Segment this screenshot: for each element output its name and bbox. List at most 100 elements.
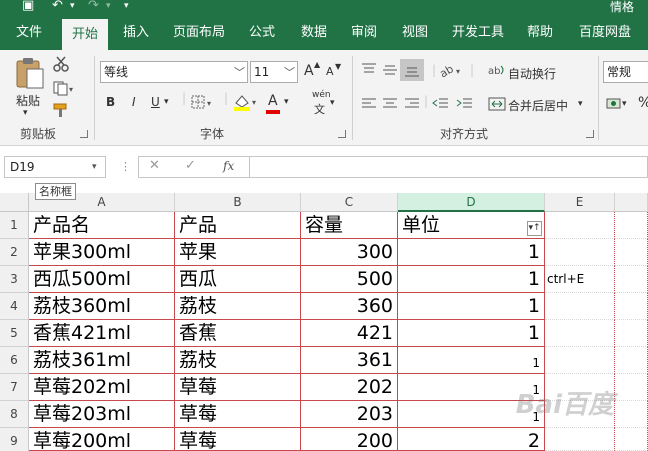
cell-a6[interactable]: 荔枝361ml bbox=[29, 347, 175, 374]
enter-icon[interactable]: ✓ bbox=[185, 158, 196, 173]
cell-e5[interactable] bbox=[545, 320, 615, 347]
grow-font-button[interactable]: A bbox=[304, 63, 314, 79]
align-bottom-icon[interactable] bbox=[403, 62, 421, 78]
cell-f9[interactable] bbox=[615, 428, 648, 451]
cell-e1[interactable] bbox=[545, 212, 615, 239]
bold-button[interactable]: B bbox=[106, 95, 115, 109]
cell-a5[interactable]: 香蕉421ml bbox=[29, 320, 175, 347]
increase-indent-icon[interactable] bbox=[456, 96, 474, 112]
cell-d1[interactable]: 单位 bbox=[398, 212, 545, 239]
sort-filter-icon[interactable]: ▾↑ bbox=[527, 221, 542, 236]
cell-f1[interactable] bbox=[615, 212, 648, 239]
cell-c3[interactable]: 500 bbox=[301, 266, 398, 293]
cell-f2[interactable] bbox=[615, 239, 648, 266]
align-right-icon[interactable] bbox=[403, 96, 421, 112]
cell-a7[interactable]: 草莓202ml bbox=[29, 374, 175, 401]
phonetic-guide-button[interactable]: wén bbox=[312, 90, 331, 100]
underline-button[interactable]: U bbox=[151, 95, 160, 109]
alignment-launcher-icon[interactable] bbox=[586, 130, 594, 138]
cell-f5[interactable] bbox=[615, 320, 648, 347]
cell-d9[interactable]: 2 bbox=[398, 428, 545, 451]
paste-icon[interactable] bbox=[14, 56, 46, 90]
cell-e3[interactable]: ctrl+E bbox=[545, 266, 615, 293]
column-header-e[interactable]: E bbox=[545, 193, 615, 212]
phonetic-dropdown-icon[interactable]: ▾ bbox=[330, 98, 335, 108]
cell-a9[interactable]: 草莓200ml bbox=[29, 428, 175, 451]
row-header[interactable]: 3 bbox=[0, 266, 29, 293]
accounting-dropdown-icon[interactable]: ▾ bbox=[622, 99, 627, 109]
fill-color-icon[interactable]: ▾ bbox=[232, 92, 260, 112]
name-box-dropdown-icon[interactable]: ▾ bbox=[92, 162, 97, 172]
customize-qa-icon[interactable]: ▾ bbox=[124, 0, 129, 16]
column-header-c[interactable]: C bbox=[301, 193, 398, 212]
percent-style-button[interactable]: % bbox=[638, 95, 648, 111]
tab-formulas[interactable]: 公式 bbox=[240, 16, 284, 50]
font-color-dropdown-icon[interactable]: ▾ bbox=[284, 97, 289, 107]
tab-view[interactable]: 视图 bbox=[393, 16, 437, 50]
row-header[interactable]: 4 bbox=[0, 293, 29, 320]
cell-b8[interactable]: 草莓 bbox=[175, 401, 301, 428]
decrease-indent-icon[interactable] bbox=[432, 96, 450, 112]
cell-e4[interactable] bbox=[545, 293, 615, 320]
cell-f7[interactable] bbox=[615, 374, 648, 401]
save-icon[interactable]: ▣ bbox=[22, 0, 34, 16]
row-header[interactable]: 2 bbox=[0, 239, 29, 266]
cell-d6[interactable]: 1 bbox=[398, 347, 545, 374]
row-header[interactable]: 6 bbox=[0, 347, 29, 374]
cell-f3[interactable] bbox=[615, 266, 648, 293]
cell-d4[interactable]: 1 bbox=[398, 293, 545, 320]
cell-b9[interactable]: 草莓 bbox=[175, 428, 301, 451]
tab-home[interactable]: 开始 bbox=[62, 19, 108, 50]
cell-b4[interactable]: 荔枝 bbox=[175, 293, 301, 320]
merge-center-icon[interactable] bbox=[488, 96, 506, 112]
cell-b2[interactable]: 苹果 bbox=[175, 239, 301, 266]
merge-center-dropdown-icon[interactable]: ▾ bbox=[578, 99, 583, 109]
borders-icon[interactable]: ▾ bbox=[190, 94, 214, 110]
cell-c1[interactable]: 容量 bbox=[301, 212, 398, 239]
undo-dropdown-icon[interactable]: ▾ bbox=[70, 0, 75, 16]
cell-f8[interactable] bbox=[615, 401, 648, 428]
cell-d2[interactable]: 1 bbox=[398, 239, 545, 266]
tab-file[interactable]: 文件 bbox=[4, 16, 54, 50]
font-color-button[interactable]: A bbox=[268, 93, 278, 109]
column-header-f[interactable] bbox=[615, 193, 648, 212]
align-center-icon[interactable] bbox=[381, 96, 399, 112]
cell-d3[interactable]: 1 bbox=[398, 266, 545, 293]
cell-c6[interactable]: 361 bbox=[301, 347, 398, 374]
cell-a2[interactable]: 苹果300ml bbox=[29, 239, 175, 266]
align-top-icon[interactable] bbox=[360, 62, 378, 78]
cell-c9[interactable]: 200 bbox=[301, 428, 398, 451]
redo-dropdown-icon[interactable]: ▾ bbox=[106, 0, 111, 16]
tab-review[interactable]: 审阅 bbox=[342, 16, 386, 50]
formula-bar-resize-icon[interactable]: ⋮ bbox=[120, 160, 131, 173]
copy-icon[interactable]: ▾ bbox=[52, 80, 74, 96]
cell-b1[interactable]: 产品 bbox=[175, 212, 301, 239]
clipboard-launcher-icon[interactable] bbox=[80, 130, 88, 138]
tab-data[interactable]: 数据 bbox=[292, 16, 336, 50]
font-name-combo[interactable]: 等线 bbox=[100, 61, 248, 83]
name-box[interactable]: D19 bbox=[4, 156, 106, 178]
cell-a4[interactable]: 荔枝360ml bbox=[29, 293, 175, 320]
column-header-b[interactable]: B bbox=[175, 193, 301, 212]
number-format-combo[interactable]: 常规 bbox=[603, 61, 648, 83]
row-header[interactable]: 8 bbox=[0, 401, 29, 428]
wrap-text-button[interactable]: 自动换行 bbox=[508, 65, 556, 82]
cell-e2[interactable] bbox=[545, 239, 615, 266]
paste-button[interactable]: 粘贴 bbox=[16, 92, 40, 109]
cell-b3[interactable]: 西瓜 bbox=[175, 266, 301, 293]
orientation-icon[interactable]: ab ▾ bbox=[438, 62, 464, 78]
row-header[interactable]: 7 bbox=[0, 374, 29, 401]
merge-center-button[interactable]: 合并后居中 bbox=[508, 97, 568, 114]
font-size-dropdown-icon[interactable]: ﹀ bbox=[284, 64, 295, 80]
tab-page-layout[interactable]: 页面布局 bbox=[166, 16, 232, 50]
tab-help[interactable]: 帮助 bbox=[518, 16, 562, 50]
cell-e6[interactable] bbox=[545, 347, 615, 374]
row-header[interactable]: 1 bbox=[0, 212, 29, 239]
align-middle-icon[interactable] bbox=[381, 62, 399, 78]
paste-dropdown-icon[interactable]: ▾ bbox=[23, 108, 28, 118]
cell-e9[interactable] bbox=[545, 428, 615, 451]
italic-button[interactable]: I bbox=[132, 95, 136, 109]
tab-insert[interactable]: 插入 bbox=[114, 16, 158, 50]
cell-b6[interactable]: 荔枝 bbox=[175, 347, 301, 374]
cell-c8[interactable]: 203 bbox=[301, 401, 398, 428]
